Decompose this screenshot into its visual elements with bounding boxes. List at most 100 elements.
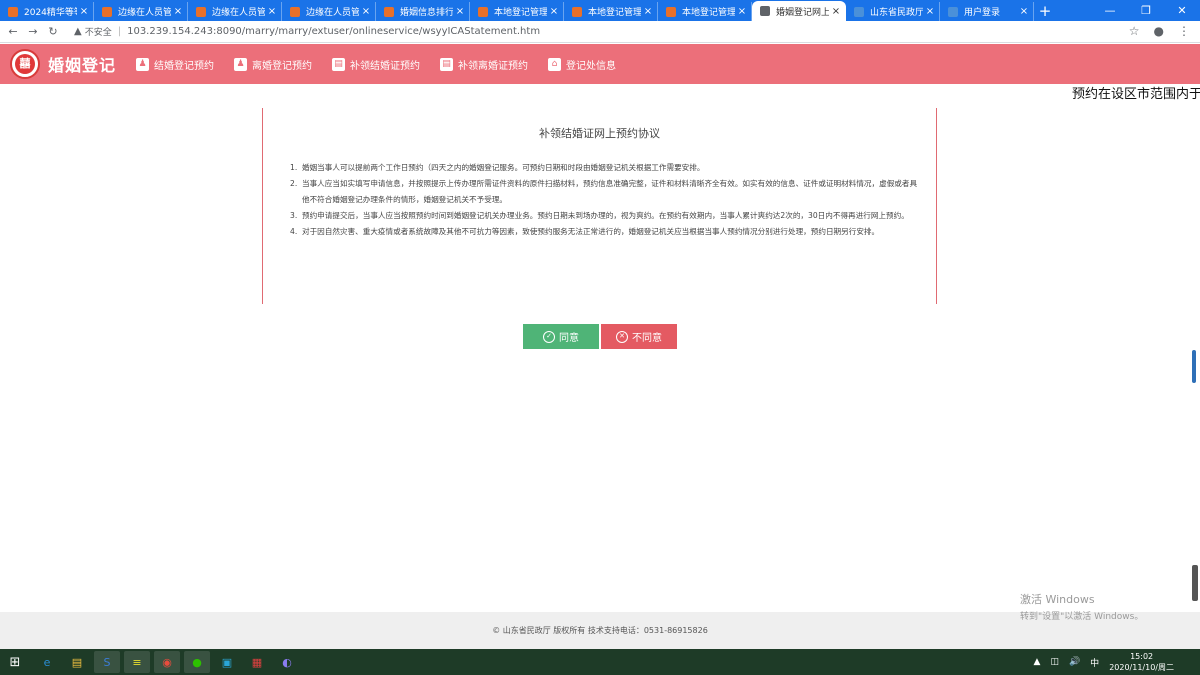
- home-icon: ⌂: [548, 57, 562, 71]
- store-icon[interactable]: ▣: [214, 651, 240, 673]
- warning-icon[interactable]: ▲: [74, 26, 82, 37]
- agreement-item: 2. 当事人应当如实填写申请信息，并按照提示上传办理所需证件资料的原件扫描材料，预…: [290, 176, 918, 208]
- tab-title: 用户登录: [964, 8, 1001, 18]
- watermark-line2: 转到"设置"以激活 Windows。: [1020, 612, 1144, 622]
- clock[interactable]: 15:02 2020/11/10/周二: [1109, 651, 1174, 673]
- site-logo[interactable]: 囍: [10, 49, 40, 79]
- tab-close-icon[interactable]: ×: [1019, 6, 1029, 17]
- tab-title: 边缘在人员管理: [118, 8, 171, 18]
- forward-icon[interactable]: →: [26, 25, 40, 38]
- ime-icon[interactable]: 中: [1090, 656, 1099, 669]
- browser-tab[interactable]: 本地登记管理 ×: [658, 2, 752, 21]
- agreement-list: 1. 婚姻当事人可以提前两个工作日预约（四天之内的婚姻登记服务。可预约日期和时段由…: [290, 160, 918, 240]
- side-scrollbar[interactable]: [1192, 565, 1198, 601]
- agreement-item: 3. 预约申请提交后，当事人应当按照预约时间到婚姻登记机关办理业务。预约日期未到场…: [290, 208, 918, 224]
- tab-close-icon[interactable]: ×: [831, 6, 841, 17]
- insecure-label[interactable]: 不安全: [85, 25, 112, 38]
- profile-icon[interactable]: ●: [1154, 24, 1164, 38]
- browser-tab[interactable]: 婚姻登记网上预约×: [752, 1, 846, 21]
- browser-icon[interactable]: ◐: [274, 651, 300, 673]
- browser-tab[interactable]: 边缘在人员管理×: [282, 2, 376, 21]
- tab-favicon-icon: [948, 6, 958, 17]
- agree-button[interactable]: ✓ 同意: [523, 324, 599, 349]
- browser-tab[interactable]: 本地登记管理 ×: [564, 2, 658, 21]
- start-icon[interactable]: ⊞: [0, 655, 30, 670]
- tab-close-icon[interactable]: ×: [361, 6, 371, 17]
- tab-close-icon[interactable]: ×: [79, 6, 89, 17]
- tab-favicon-icon: [760, 6, 770, 16]
- address-bar[interactable]: ▲ 不安全 | 103.239.154.243:8090/marry/marry…: [74, 23, 1124, 41]
- tab-favicon-icon: [102, 6, 112, 17]
- activation-watermark: 激活 Windows 转到"设置"以激活 Windows。: [1020, 591, 1143, 622]
- item-number: 1.: [290, 163, 298, 172]
- item-text: 当事人应当如实填写申请信息，并按照提示上传办理所需证件资料的原件扫描材料，预约信…: [302, 179, 918, 204]
- browser-tab[interactable]: 用户登录 ×: [940, 2, 1034, 21]
- check-circle-icon: ✓: [543, 330, 555, 343]
- app-icon[interactable]: ▦: [244, 651, 270, 673]
- nav-item[interactable]: ♟ 结婚登记预约: [136, 57, 214, 72]
- tab-close-icon[interactable]: ×: [267, 6, 277, 17]
- browser-tab[interactable]: 本地登记管理 ×: [470, 2, 564, 21]
- speedtest-icon[interactable]: S: [94, 651, 120, 673]
- nav-item[interactable]: ♟ 离婚登记预约: [234, 57, 312, 72]
- browser-tab-strip: 2024精华等等码×边缘在人员管理×边缘在人员管理×边缘在人员管理×婚姻信息排行…: [0, 0, 1200, 21]
- bookmark-star-icon[interactable]: ☆: [1129, 24, 1140, 38]
- reload-icon[interactable]: ↻: [46, 25, 60, 38]
- person-icon: ♟: [234, 57, 248, 71]
- url-text[interactable]: 103.239.154.243:8090/marry/marry/extuser…: [127, 26, 540, 37]
- tab-close-icon[interactable]: ×: [643, 6, 653, 17]
- minimize-button[interactable]: —: [1092, 0, 1128, 21]
- nav-item[interactable]: ▤ 补领离婚证预约: [440, 57, 528, 72]
- person-icon: ♟: [136, 57, 150, 71]
- item-number: 3.: [290, 211, 298, 220]
- logo-emblem-icon: 囍: [15, 54, 35, 74]
- scrollbar-thumb[interactable]: [1192, 350, 1196, 383]
- tab-favicon-icon: [384, 6, 394, 17]
- item-text: 婚姻当事人可以提前两个工作日预约（四天之内的婚姻登记服务。可预约日期和时段由婚姻…: [302, 163, 705, 172]
- tab-close-icon[interactable]: ×: [925, 6, 935, 17]
- browser-tab[interactable]: 山东省民政厅 ×: [846, 2, 940, 21]
- clock-time: 15:02: [1130, 652, 1154, 661]
- new-tab-button[interactable]: +: [1034, 2, 1056, 21]
- close-window-button[interactable]: ✕: [1164, 0, 1200, 21]
- item-number: 2.: [290, 179, 298, 188]
- disagree-button[interactable]: ✕ 不同意: [601, 324, 677, 349]
- browser-tab[interactable]: 2024精华等等码×: [0, 2, 94, 21]
- nav-item-label: 补领结婚证预约: [350, 60, 421, 72]
- address-toolbar: ← → ↻ ▲ 不安全 | 103.239.154.243:8090/marry…: [0, 21, 1200, 43]
- browser-tab[interactable]: 边缘在人员管理×: [188, 2, 282, 21]
- network-icon[interactable]: ◫: [1050, 657, 1059, 667]
- scrolling-notice: 预约在设区市范围内于: [1072, 87, 1200, 102]
- tab-title: 婚姻登记网上预约: [776, 7, 829, 18]
- menu-icon[interactable]: ⋮: [1178, 24, 1190, 38]
- back-icon[interactable]: ←: [6, 25, 20, 38]
- browser-tab[interactable]: 婚姻信息排行 ×: [376, 2, 470, 21]
- chrome-icon[interactable]: ◉: [154, 651, 180, 673]
- notes-icon[interactable]: ≡: [124, 651, 150, 673]
- tab-close-icon[interactable]: ×: [549, 6, 559, 17]
- tab-title: 本地登记管理: [588, 8, 641, 18]
- tab-favicon-icon: [196, 6, 206, 17]
- explorer-icon[interactable]: ▤: [64, 651, 90, 673]
- site-header: 囍 婚姻登记 ♟ 结婚登记预约 ♟ 离婚登记预约 ▤ 补领结婚证预约 ▤ 补领离婚证预约 ⌂ 登记…: [0, 44, 1200, 84]
- tab-close-icon[interactable]: ×: [737, 6, 747, 17]
- footer-text: © 山东省民政厅 版权所有 技术支持电话：0531-86915826: [492, 626, 708, 635]
- tab-favicon-icon: [666, 6, 676, 17]
- browser-tab[interactable]: 边缘在人员管理×: [94, 2, 188, 21]
- disagree-label: 不同意: [632, 333, 662, 344]
- main-nav: ♟ 结婚登记预约 ♟ 离婚登记预约 ▤ 补领结婚证预约 ▤ 补领离婚证预约 ⌂ 登记处信息: [136, 57, 636, 72]
- item-number: 4.: [290, 227, 298, 236]
- tab-close-icon[interactable]: ×: [173, 6, 183, 17]
- volume-icon[interactable]: 🔊: [1069, 657, 1080, 667]
- agree-label: 同意: [559, 333, 579, 344]
- agreement-title: 补领结婚证网上预约协议: [539, 127, 660, 140]
- maximize-button[interactable]: ❐: [1128, 0, 1164, 21]
- nav-item[interactable]: ▤ 补领结婚证预约: [332, 57, 420, 72]
- site-name[interactable]: 婚姻登记: [48, 52, 116, 76]
- tab-favicon-icon: [290, 6, 300, 17]
- tray-expand-icon[interactable]: ▲: [1034, 657, 1041, 667]
- ie-icon[interactable]: e: [34, 651, 60, 673]
- nav-item[interactable]: ⌂ 登记处信息: [548, 57, 616, 72]
- tab-close-icon[interactable]: ×: [455, 6, 465, 17]
- wechat-icon[interactable]: ●: [184, 651, 210, 673]
